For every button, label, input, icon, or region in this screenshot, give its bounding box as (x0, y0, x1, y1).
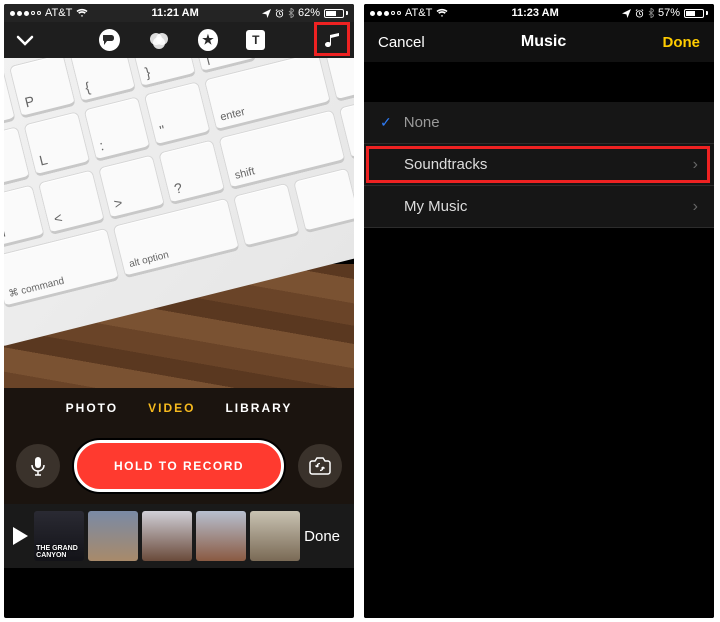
flip-camera-button[interactable] (298, 444, 342, 488)
status-time: 11:21 AM (151, 7, 198, 19)
wifi-icon (436, 8, 448, 18)
mode-library[interactable]: LIBRARY (225, 401, 292, 415)
cancel-button[interactable]: Cancel (378, 34, 425, 51)
clip-thumb-1[interactable]: THE GRAND CANYON (34, 511, 84, 561)
record-row: HOLD TO RECORD (4, 428, 354, 504)
signal-dots (370, 11, 401, 16)
phone-right: AT&T 11:23 AM 57% Cancel Music D (364, 4, 714, 618)
nav-title: Music (521, 33, 566, 51)
clips-done-button[interactable]: Done (304, 528, 348, 545)
bluetooth-icon (288, 8, 294, 18)
music-button[interactable] (321, 28, 344, 52)
battery-pct: 57% (658, 7, 680, 19)
clip-thumb-5[interactable] (250, 511, 300, 561)
location-icon (262, 9, 271, 18)
chevron-right-icon: › (693, 156, 698, 174)
signal-dots (10, 11, 41, 16)
status-right: 57% (622, 7, 708, 19)
carrier-label: AT&T (405, 7, 432, 19)
phone-left: AT&T 11:21 AM 62% (4, 4, 354, 618)
row-my-music[interactable]: My Music › (364, 186, 714, 228)
status-left: AT&T (10, 7, 88, 19)
status-time: 11:23 AM (511, 7, 558, 19)
capture-modes: PHOTO VIDEO LIBRARY (4, 388, 354, 428)
row-soundtracks-label: Soundtracks (404, 156, 487, 173)
row-my-music-label: My Music (404, 198, 467, 215)
battery-icon (324, 9, 348, 18)
alarm-icon (275, 9, 284, 18)
battery-pct: 62% (298, 7, 320, 19)
mode-video[interactable]: VIDEO (148, 401, 195, 415)
row-none-label: None (404, 114, 440, 131)
live-title-button[interactable] (99, 29, 120, 51)
record-button[interactable]: HOLD TO RECORD (74, 440, 284, 492)
alarm-icon (635, 9, 644, 18)
clip-thumb-4[interactable] (196, 511, 246, 561)
done-button[interactable]: Done (662, 34, 700, 51)
row-soundtracks[interactable]: Soundtracks › (364, 144, 714, 186)
section-gap (364, 62, 714, 102)
battery-icon (684, 9, 708, 18)
music-nav-bar: Cancel Music Done (364, 22, 714, 62)
clip-strip: THE GRAND CANYON Done (4, 504, 354, 568)
status-bar: AT&T 11:23 AM 57% (364, 4, 714, 22)
carrier-label: AT&T (45, 7, 72, 19)
wifi-icon (76, 8, 88, 18)
clip-thumb-3[interactable] (142, 511, 192, 561)
stickers-button[interactable]: ★ (198, 29, 219, 51)
music-source-list: ✓ None Soundtracks › My Music › (364, 102, 714, 228)
empty-area (364, 228, 714, 618)
clip-1-label: THE GRAND CANYON (36, 545, 82, 559)
status-right: 62% (262, 7, 348, 19)
filters-button[interactable] (148, 29, 170, 51)
row-none[interactable]: ✓ None (364, 102, 714, 144)
status-left: AT&T (370, 7, 448, 19)
location-icon (622, 9, 631, 18)
bluetooth-icon (648, 8, 654, 18)
mode-photo[interactable]: PHOTO (66, 401, 118, 415)
collapse-button[interactable] (14, 28, 37, 52)
chevron-right-icon: › (693, 198, 698, 216)
check-icon: ✓ (380, 114, 392, 131)
camera-viewport[interactable]: OP{}| KL:"enter M<>?shift ⌘ commandalt o… (4, 58, 354, 394)
record-button-label: HOLD TO RECORD (114, 459, 244, 473)
mic-toggle[interactable] (16, 444, 60, 488)
edit-toolbar: ★ T (4, 22, 354, 58)
text-overlay-button[interactable]: T (246, 30, 265, 50)
clip-thumb-2[interactable] (88, 511, 138, 561)
play-button[interactable] (10, 526, 30, 546)
status-bar: AT&T 11:21 AM 62% (4, 4, 354, 22)
